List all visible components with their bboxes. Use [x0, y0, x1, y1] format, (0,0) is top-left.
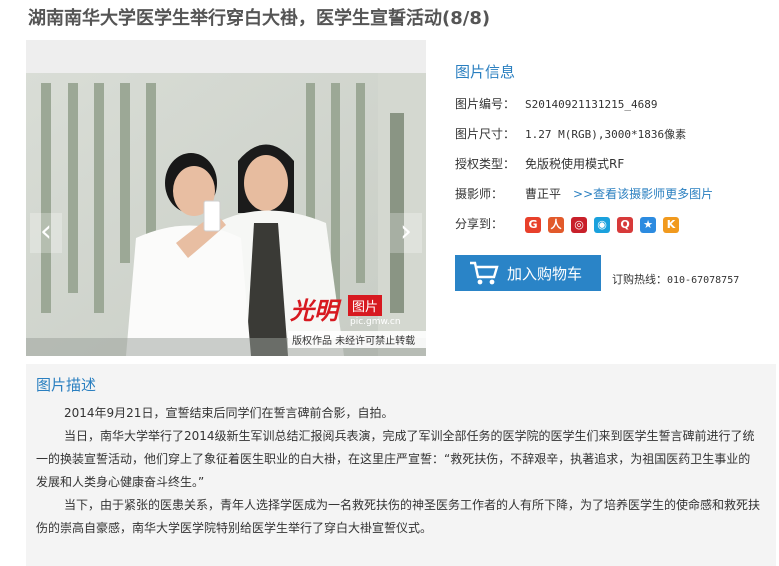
chevron-left-icon: ‹ [40, 214, 52, 249]
photo-viewer: ‹ › 光明 图片 pic.gmw.cn 版权作品 未经许可禁止转载 [26, 40, 426, 356]
share-star-icon[interactable]: ★ [640, 216, 656, 233]
add-to-cart-label: 加入购物车 [507, 264, 583, 283]
share-sina-weibo-icon[interactable]: G [525, 216, 541, 233]
photographer-more-link[interactable]: >>查看该摄影师更多图片 [573, 187, 713, 201]
description-paragraph: 2014年9月21日，宣誓结束后同学们在誓言碑前合影，自拍。 [64, 406, 394, 420]
share-kaixin-icon[interactable]: K [663, 216, 679, 233]
main-photo[interactable]: ‹ › 光明 图片 pic.gmw.cn 版权作品 未经许可禁止转载 [26, 73, 426, 356]
share-tencent-weibo-icon[interactable]: ◎ [571, 216, 587, 233]
license-value: 免版税使用模式RF [525, 157, 625, 171]
info-row-share: 分享到： G 人 ◎ ◉ Q ★ K [455, 216, 679, 233]
photo-size-value: 1.27 M(RGB),3000*1836像素 [525, 128, 687, 141]
watermark: 光明 图片 pic.gmw.cn 版权作品 未经许可禁止转载 [288, 287, 426, 348]
hotline-label: 订购热线： [612, 273, 667, 286]
page-title: 湖南南华大学医学生举行穿白大褂，医学生宣誓活动(8/8) [28, 8, 491, 29]
description-paragraph: 当下，由于紧张的医患关系，青年人选择学医成为一名救死扶伤的神圣医务工作者的人有所… [36, 498, 761, 535]
share-icons: G 人 ◎ ◉ Q ★ K [525, 216, 679, 233]
photo-id-value: S20140921131215_4689 [525, 98, 658, 111]
watermark-pic-label: 图片 [348, 295, 383, 316]
info-row-license: 授权类型： 免版税使用模式RF [455, 156, 624, 172]
watermark-copyright: 版权作品 未经许可禁止转载 [288, 331, 426, 348]
info-row-size: 图片尺寸： 1.27 M(RGB),3000*1836像素 [455, 126, 686, 143]
share-renren-icon[interactable]: 人 [548, 216, 564, 233]
watermark-logo: 光明 [290, 296, 338, 325]
chevron-right-icon: › [400, 214, 412, 249]
info-label: 授权类型： [455, 157, 516, 171]
photographer-value: 曹正平 [525, 187, 562, 201]
photo-description: 图片描述 2014年9月21日，宣誓结束后同学们在誓言碑前合影，自拍。 当日，南… [26, 364, 776, 566]
description-heading: 图片描述 [36, 376, 97, 394]
order-hotline: 订购热线：010-67078757 [612, 271, 739, 287]
info-heading: 图片信息 [455, 63, 516, 81]
next-photo-button[interactable]: › [390, 213, 422, 253]
photo-info-panel: 图片信息 图片编号： S20140921131215_4689 图片尺寸： 1.27… [455, 60, 775, 291]
info-label: 分享到： [455, 217, 504, 231]
watermark-url: pic.gmw.cn [350, 317, 401, 327]
add-to-cart-button[interactable]: 加入购物车 [455, 255, 601, 291]
share-qzone-icon[interactable]: ◉ [594, 216, 610, 233]
prev-photo-button[interactable]: ‹ [30, 213, 62, 253]
info-label: 图片编号： [455, 97, 516, 111]
info-label: 图片尺寸： [455, 127, 516, 141]
info-label: 摄影师： [455, 187, 504, 201]
hotline-number: 010-67078757 [667, 275, 740, 286]
share-qq-icon[interactable]: Q [617, 216, 633, 233]
description-paragraph: 当日，南华大学举行了2014级新生军训总结汇报阅兵表演，完成了军训全部任务的医学… [36, 429, 755, 489]
cart-icon [470, 261, 499, 285]
info-row-photographer: 摄影师： 曹正平 >>查看该摄影师更多图片 [455, 186, 713, 202]
info-row-id: 图片编号： S20140921131215_4689 [455, 96, 657, 113]
